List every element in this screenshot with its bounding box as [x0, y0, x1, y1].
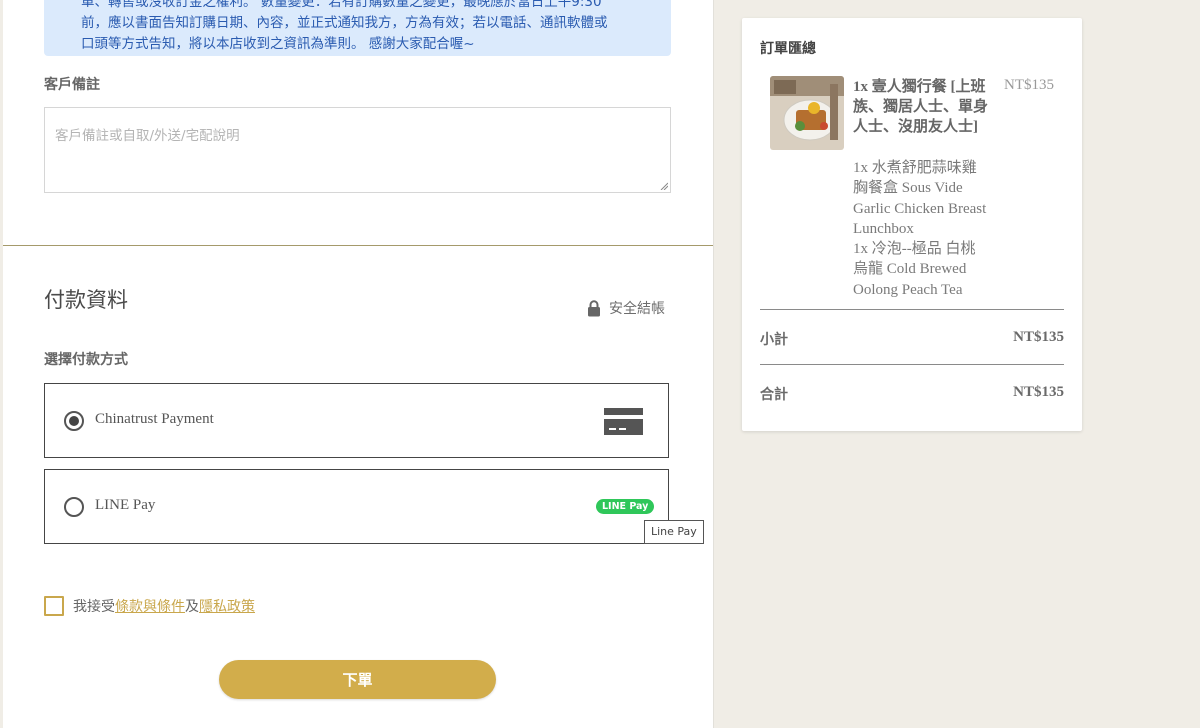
secure-checkout: 安全結帳 [587, 298, 665, 318]
payment-method-label: 選擇付款方式 [44, 352, 128, 368]
notice-line-2: 前，應以書面告知訂購日期、內容，並正式通知我方，方為有效；若以電話、通訊軟體或 [81, 15, 608, 31]
order-item-price: NT$135 [1004, 77, 1054, 93]
terms-checkbox[interactable] [44, 596, 64, 616]
payment-option-label: LINE Pay [95, 497, 156, 513]
order-notice-text: 單、轉售或沒收訂金之權利。 數量變更：若有訂購數量之變更，最晚應於當日上午9:3… [81, 0, 661, 55]
total-value: NT$135 [1013, 384, 1064, 400]
product-thumbnail [770, 76, 844, 150]
summary-divider [760, 309, 1064, 310]
order-item-sub-1: 1x 水煮舒肥蒜味雞胸餐盒 Sous Vide Garlic Chicken B… [853, 160, 987, 237]
place-order-button[interactable]: 下單 [219, 660, 496, 699]
customer-note-label: 客戶備註 [44, 77, 100, 93]
customer-note-input[interactable] [45, 108, 670, 192]
total-label: 合計 [760, 387, 788, 403]
terms-link[interactable]: 條款與條件 [115, 599, 185, 615]
customer-note-field-wrapper [44, 107, 671, 193]
terms-agreement: 我接受條款與條件及隱私政策 [44, 596, 255, 616]
secure-checkout-label: 安全結帳 [609, 301, 665, 317]
credit-card-icon [604, 408, 643, 435]
payment-option-chinatrust[interactable]: Chinatrust Payment [44, 383, 669, 458]
payment-section-title: 付款資料 [44, 288, 128, 312]
order-notice: 單、轉售或沒收訂金之權利。 數量變更：若有訂購數量之變更，最晚應於當日上午9:3… [44, 0, 671, 56]
order-item-sub-2: 1x 冷泡--極品 白桃烏龍 Cold Brewed Oolong Peach … [853, 241, 976, 298]
terms-text: 我接受條款與條件及隱私政策 [73, 596, 255, 616]
notice-line-1: 單、轉售或沒收訂金之權利。 數量變更：若有訂購數量之變更，最晚應於當日上午9:3… [81, 0, 602, 10]
line-pay-tooltip: Line Pay [644, 520, 704, 544]
subtotal-value: NT$135 [1013, 329, 1064, 345]
terms-joiner: 及 [185, 599, 199, 615]
checkout-form-panel: 單、轉售或沒收訂金之權利。 數量變更：若有訂購數量之變更，最晚應於當日上午9:3… [3, 0, 714, 728]
terms-prefix: 我接受 [73, 599, 115, 615]
subtotal-row: 小計 NT$135 [760, 329, 1064, 349]
payment-option-linepay[interactable]: LINE Pay LINE Pay [44, 469, 669, 544]
resize-grip-icon[interactable] [660, 182, 668, 190]
radio-linepay[interactable] [64, 497, 84, 517]
lock-icon [588, 299, 600, 316]
section-divider [3, 245, 713, 246]
order-item-name: 1x 壹人獨行餐 [上班族、獨居人士、單身人士、沒朋友人士] [853, 79, 989, 135]
order-summary-title: 訂單匯總 [760, 41, 816, 57]
payment-option-label: Chinatrust Payment [95, 411, 214, 427]
order-item-details: 1x 水煮舒肥蒜味雞胸餐盒 Sous Vide Garlic Chicken B… [853, 158, 988, 300]
order-summary-card: 訂單匯總 1x 壹人獨行餐 [上班族、獨居人士、單身人士、沒朋友人士] NT$1… [742, 18, 1082, 431]
subtotal-label: 小計 [760, 332, 788, 348]
total-row: 合計 NT$135 [760, 384, 1064, 404]
line-pay-logo: LINE Pay [596, 499, 655, 514]
summary-divider [760, 364, 1064, 365]
notice-line-3: 口頭等方式告知，將以本店收到之資訊為準則。 感謝大家配合喔~ [81, 36, 475, 52]
radio-chinatrust[interactable] [64, 411, 84, 431]
privacy-link[interactable]: 隱私政策 [199, 599, 255, 615]
